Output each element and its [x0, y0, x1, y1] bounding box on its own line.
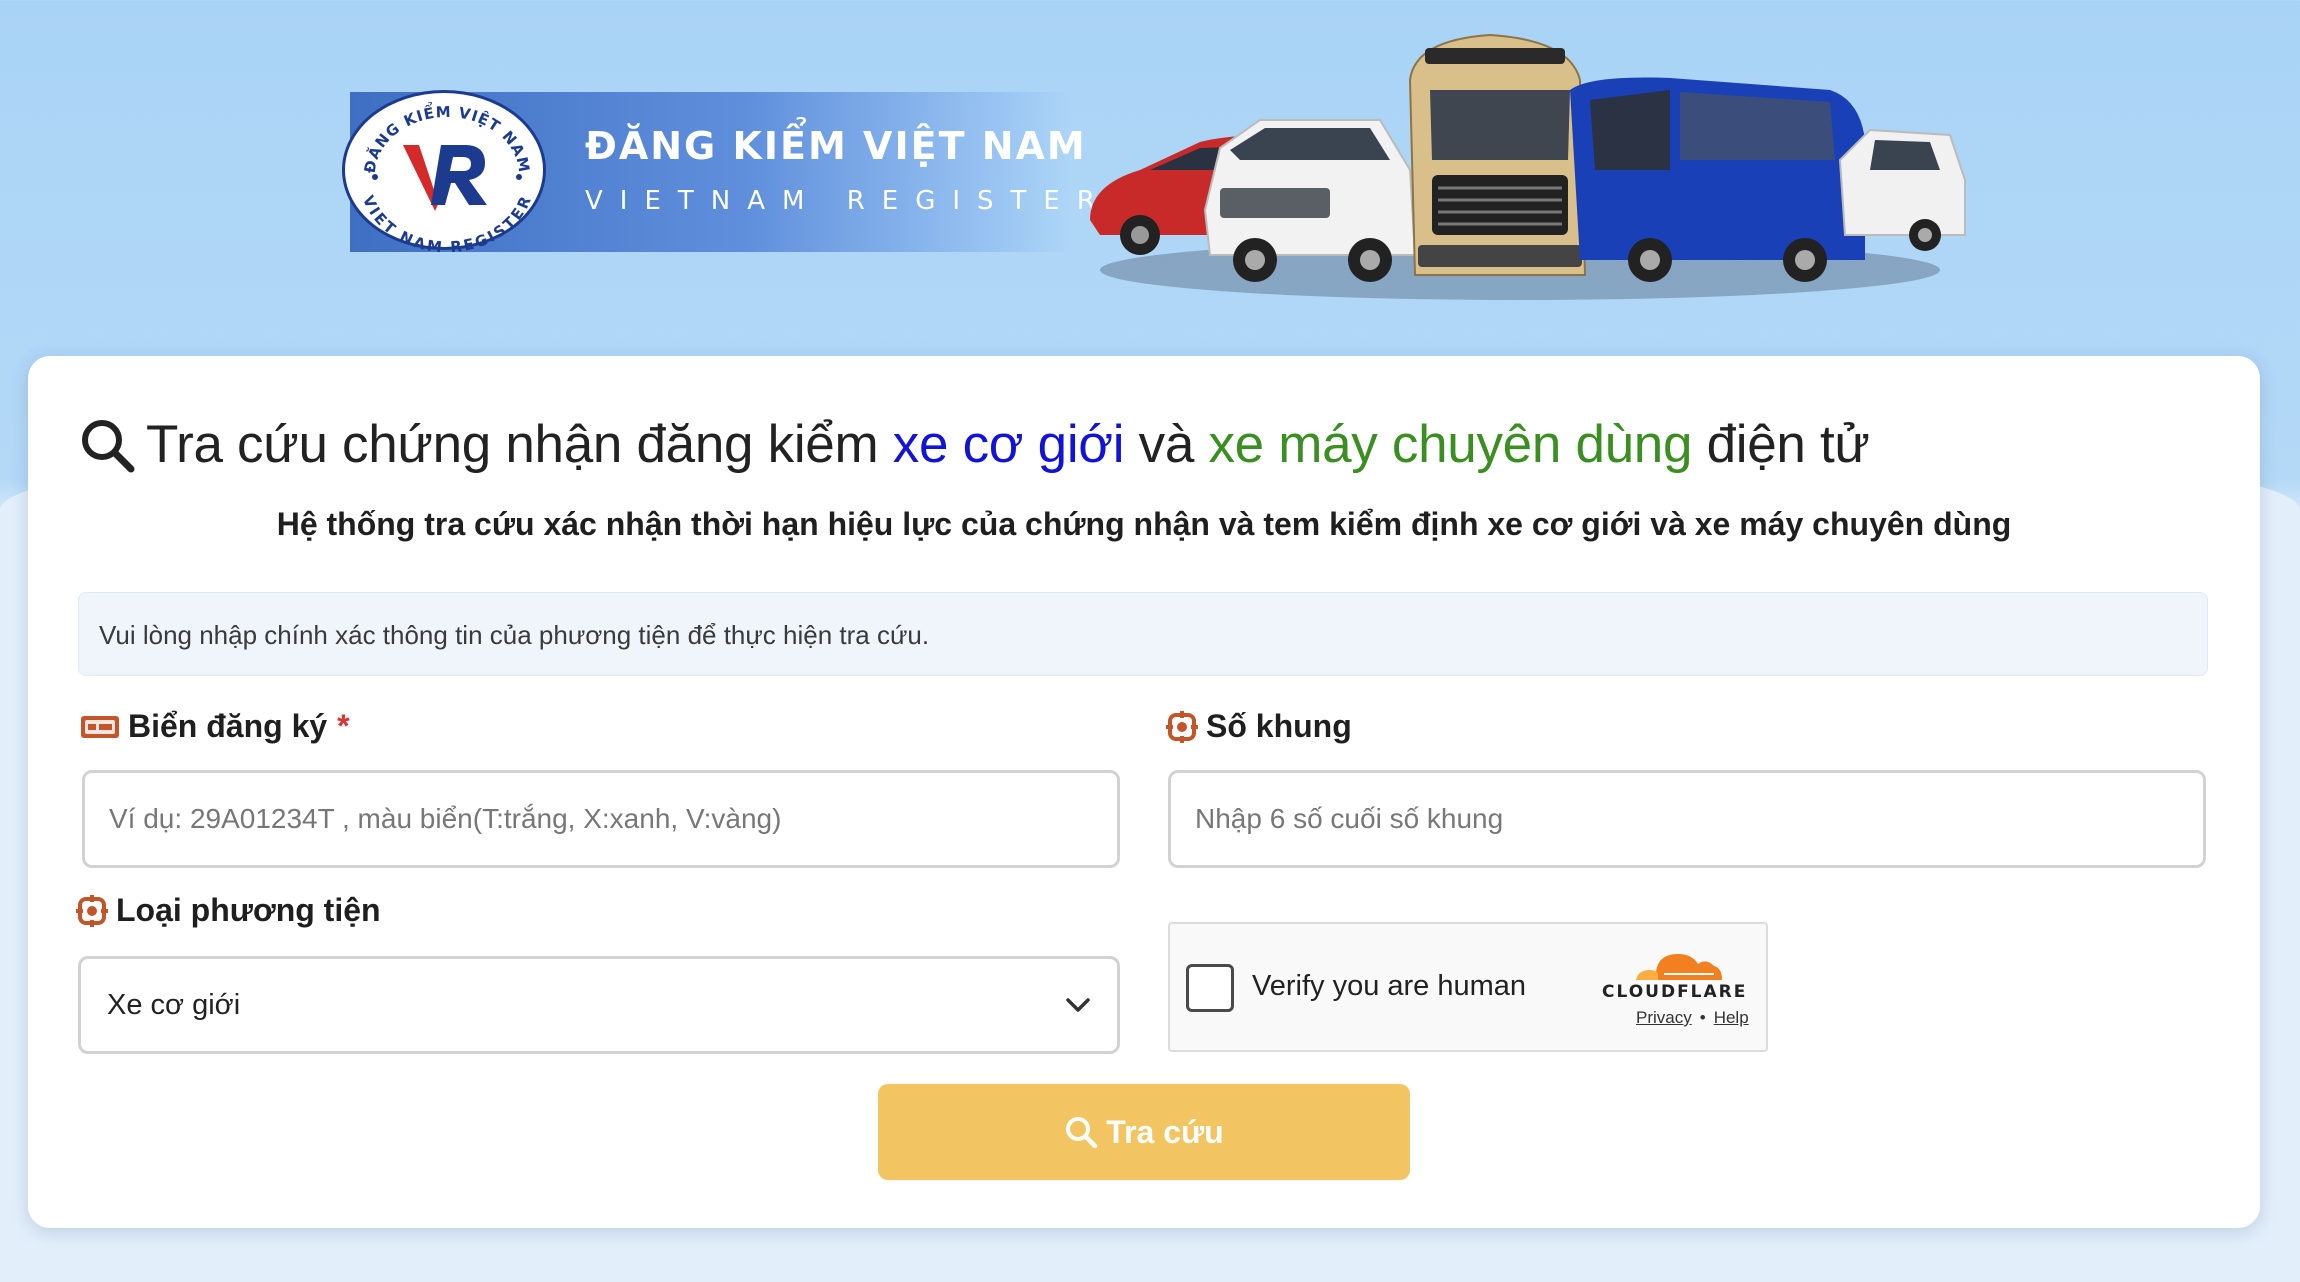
vehicles-illustration — [1090, 33, 1966, 300]
license-plate-icon — [81, 715, 119, 738]
vehicle-type-select[interactable]: Xe cơ giới — [78, 956, 1120, 1054]
cloudflare-cloud-icon — [1636, 954, 1722, 980]
link-separator: • — [1699, 1008, 1706, 1027]
vehicle-type-selected: Xe cơ giới — [107, 988, 241, 1021]
chevron-down-icon — [1066, 998, 1090, 1012]
frame-label-text: Số khung — [1206, 708, 1352, 744]
vietnam-register-logo: ĐĂNG KIỂM VIỆT NAM VIET NAM REGISTER — [342, 90, 546, 253]
help-link[interactable]: Help — [1714, 1008, 1749, 1027]
frame-label: Số khung — [1166, 708, 1352, 745]
lookup-card: Tra cứu chứng nhận đăng kiểm xe cơ giới … — [28, 356, 2260, 1228]
plate-label: Biển đăng ký * — [80, 708, 350, 745]
search-submit-label: Tra cứu — [1106, 1113, 1224, 1150]
title-highlight-motor-vehicles: xe cơ giới — [892, 415, 1125, 474]
header-banner: ĐĂNG KIỂM VIỆT NAM VIET NAM REGISTER ĐĂN… — [0, 0, 2300, 350]
frame-number-input[interactable] — [1168, 770, 2206, 868]
brand-subtitle: VIETNAM REGISTER — [585, 186, 1112, 216]
vehicle-type-label-text: Loại phương tiện — [116, 892, 381, 928]
vehicle-type-label: Loại phương tiện — [76, 892, 381, 929]
search-submit-button[interactable]: Tra cứu — [878, 1084, 1410, 1180]
title-part-2: và — [1124, 415, 1209, 474]
cloudflare-brand: CLOUDFLARE — [1602, 982, 1748, 1002]
title-highlight-special-machines: xe máy chuyên dùng — [1208, 415, 1693, 474]
plate-label-text: Biển đăng ký — [128, 708, 328, 744]
required-marker: * — [337, 708, 350, 744]
title-part-1: Tra cứu chứng nhận đăng kiểm — [146, 415, 893, 474]
privacy-link[interactable]: Privacy — [1636, 1008, 1692, 1027]
title-part-3: điện tử — [1692, 415, 1870, 474]
svg-text:VIET NAM REGISTER: VIET NAM REGISTER — [359, 193, 535, 253]
search-icon — [1066, 1117, 1098, 1149]
plate-input[interactable] — [82, 770, 1120, 868]
cloudflare-captcha: Verify you are human CLOUDFLARE Privacy •… — [1168, 922, 1768, 1052]
page-subtitle: Hệ thống tra cứu xác nhận thời hạn hiệu … — [276, 506, 2012, 542]
page-title: Tra cứu chứng nhận đăng kiểm xe cơ giới … — [78, 414, 1870, 475]
search-icon — [82, 419, 135, 472]
chassis-icon — [1166, 710, 1198, 743]
info-notice: Vui lòng nhập chính xác thông tin của ph… — [78, 592, 2208, 676]
brand-name: ĐĂNG KIỂM VIỆT NAM — [585, 124, 1087, 168]
verify-text: Verify you are human — [1252, 970, 1527, 1002]
verify-checkbox[interactable] — [1186, 964, 1234, 1012]
title-text: Tra cứu chứng nhận đăng kiểm xe cơ giới … — [146, 414, 1870, 475]
cloudflare-links: Privacy • Help — [1636, 1008, 1749, 1028]
vehicle-type-icon — [76, 894, 108, 927]
